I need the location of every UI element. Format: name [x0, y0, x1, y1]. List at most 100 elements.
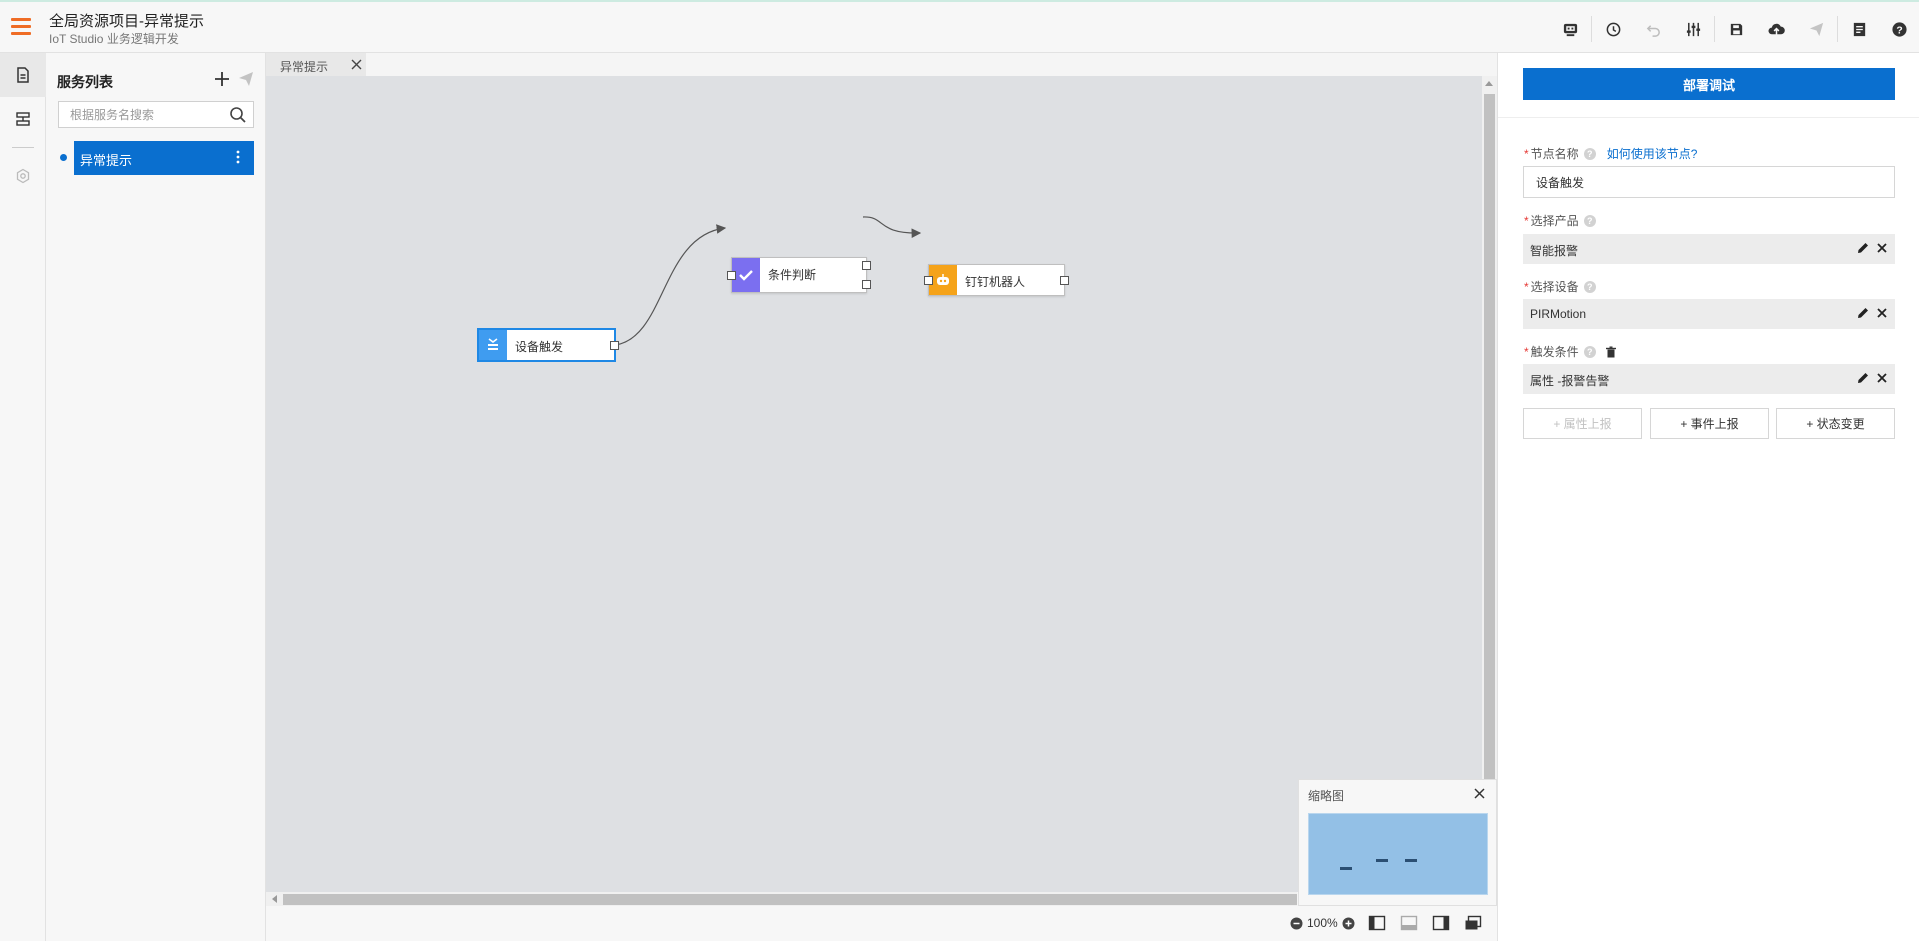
document-icon[interactable]: [1839, 14, 1879, 44]
save-icon[interactable]: [1716, 14, 1756, 44]
required-mark: *: [1524, 214, 1529, 228]
required-mark: *: [1524, 147, 1529, 161]
node-name-input[interactable]: [1524, 167, 1894, 197]
device-help-icon[interactable]: ?: [1583, 280, 1596, 293]
storage-icon[interactable]: [0, 97, 46, 141]
product-selection-row[interactable]: 智能报警: [1523, 234, 1895, 264]
tab-exception-alert[interactable]: 异常提示: [266, 53, 366, 76]
header-toolbar: ?: [1550, 14, 1919, 44]
history-clock-icon[interactable]: [1593, 14, 1633, 44]
cloud-deploy-icon[interactable]: [1756, 14, 1796, 44]
toggle-minimap-icon[interactable]: [1464, 915, 1482, 931]
output-port[interactable]: [1060, 276, 1069, 285]
trigger-condition-value: 属性 -报警告警: [1530, 374, 1610, 388]
edit-pencil-icon[interactable]: [1857, 307, 1869, 319]
close-tab-icon[interactable]: [350, 58, 363, 71]
publish-service-icon[interactable]: [238, 71, 254, 87]
file-icon[interactable]: [0, 53, 46, 97]
required-mark: *: [1524, 345, 1529, 359]
input-port[interactable]: [924, 276, 933, 285]
service-item-exception-alert[interactable]: 异常提示: [74, 141, 254, 175]
minimap-viewport[interactable]: [1308, 813, 1488, 895]
scrollbar-thumb[interactable]: [283, 894, 1297, 905]
toolbar-divider: [1591, 16, 1592, 42]
debug-console-icon[interactable]: [1550, 14, 1590, 44]
remove-x-icon[interactable]: [1876, 372, 1888, 384]
edit-pencil-icon[interactable]: [1857, 372, 1869, 384]
toggle-right-panel-icon[interactable]: [1432, 915, 1450, 931]
device-selection-row[interactable]: PIRMotion: [1523, 299, 1895, 329]
project-subtitle: IoT Studio 业务逻辑开发: [49, 32, 179, 46]
help-icon[interactable]: ?: [1879, 14, 1919, 44]
device-trigger-icon: [479, 330, 507, 360]
node-label: 设备触发: [515, 340, 564, 354]
scrollbar-thumb[interactable]: [1484, 94, 1495, 780]
zoom-level: 100%: [1307, 916, 1338, 930]
canvas-horizontal-scrollbar[interactable]: [266, 892, 1297, 906]
remove-x-icon[interactable]: [1876, 242, 1888, 254]
input-port[interactable]: [727, 271, 736, 280]
canvas-vertical-scrollbar[interactable]: [1482, 76, 1497, 892]
flow-node-dingtalk-robot[interactable]: 钉钉机器人: [924, 264, 1069, 296]
deploy-debug-button[interactable]: 部署调试: [1523, 68, 1895, 100]
service-search-input[interactable]: [59, 102, 219, 127]
node-usage-help-link[interactable]: 如何使用该节点?: [1607, 145, 1698, 162]
service-item-label: 异常提示: [80, 153, 133, 168]
output-port-false[interactable]: [862, 280, 871, 289]
trigger-condition-label-row: * 触发条件 ?: [1524, 343, 1617, 360]
remove-x-icon[interactable]: [1876, 307, 1888, 319]
edit-pencil-icon[interactable]: [1857, 242, 1869, 254]
node-name-help-icon[interactable]: ?: [1583, 147, 1596, 160]
trigger-condition-label: 触发条件: [1530, 345, 1579, 359]
minimap-node: [1405, 859, 1417, 862]
node-name-field: [1523, 166, 1895, 198]
trash-icon[interactable]: [1605, 346, 1617, 358]
output-port-true[interactable]: [862, 261, 871, 270]
check-icon: [732, 258, 760, 292]
panel-layout-buttons: [1368, 915, 1482, 931]
publish-send-icon[interactable]: [1796, 14, 1836, 44]
node-name-label: 节点名称: [1530, 147, 1579, 161]
undo-icon[interactable]: [1633, 14, 1673, 44]
panel-divider: [1498, 117, 1919, 118]
required-mark: *: [1524, 280, 1529, 294]
settings-sliders-icon[interactable]: [1673, 14, 1713, 44]
zoom-out-icon[interactable]: [1290, 917, 1303, 930]
active-service-dot: [60, 154, 67, 161]
scroll-up-arrow[interactable]: [1485, 81, 1493, 86]
close-minimap-icon[interactable]: [1473, 787, 1486, 800]
add-event-report-button[interactable]: + 事件上报: [1650, 408, 1769, 439]
toggle-bottom-panel-icon[interactable]: [1400, 915, 1418, 931]
trigger-condition-row[interactable]: 属性 -报警告警: [1523, 364, 1895, 394]
editor-tab-bar: 异常提示: [266, 53, 1497, 76]
zoom-controls: 100%: [1290, 916, 1355, 930]
scroll-left-arrow[interactable]: [272, 895, 277, 903]
product-label-row: * 选择产品 ?: [1524, 212, 1596, 229]
zoom-in-icon[interactable]: [1342, 917, 1355, 930]
service-list-panel: 服务列表 异常提示: [46, 53, 266, 941]
rail-divider: [11, 147, 34, 148]
flow-node-device-trigger[interactable]: 设备触发: [478, 329, 619, 361]
svg-text:?: ?: [1896, 25, 1902, 36]
node-properties-panel: 部署调试 *节点名称 ? 如何使用该节点? *选择产品 ? 智能报警 *选择设备…: [1497, 53, 1919, 941]
product-help-icon[interactable]: ?: [1583, 214, 1596, 227]
project-title: 全局资源项目-异常提示: [49, 13, 204, 30]
left-icon-rail: [0, 53, 46, 941]
device-label-row: * 选择设备 ?: [1524, 278, 1596, 295]
hamburger-menu-icon[interactable]: [11, 18, 31, 36]
device-value: PIRMotion: [1530, 307, 1587, 321]
trigger-help-icon[interactable]: ?: [1583, 345, 1596, 358]
add-status-change-button[interactable]: + 状态变更: [1776, 408, 1895, 439]
toggle-left-panel-icon[interactable]: [1368, 915, 1386, 931]
more-options-icon[interactable]: [236, 150, 240, 164]
minimap-title: 缩略图: [1308, 789, 1345, 803]
flow-node-condition[interactable]: 条件判断: [727, 257, 871, 293]
add-service-icon[interactable]: [212, 69, 232, 89]
search-icon[interactable]: [229, 106, 247, 124]
add-property-report-button[interactable]: + 属性上报: [1523, 408, 1642, 439]
robot-icon: [929, 265, 957, 295]
flow-canvas[interactable]: [266, 76, 1482, 892]
service-list-title: 服务列表: [57, 74, 113, 90]
settings-hex-icon[interactable]: [0, 154, 46, 198]
output-port[interactable]: [610, 341, 619, 350]
